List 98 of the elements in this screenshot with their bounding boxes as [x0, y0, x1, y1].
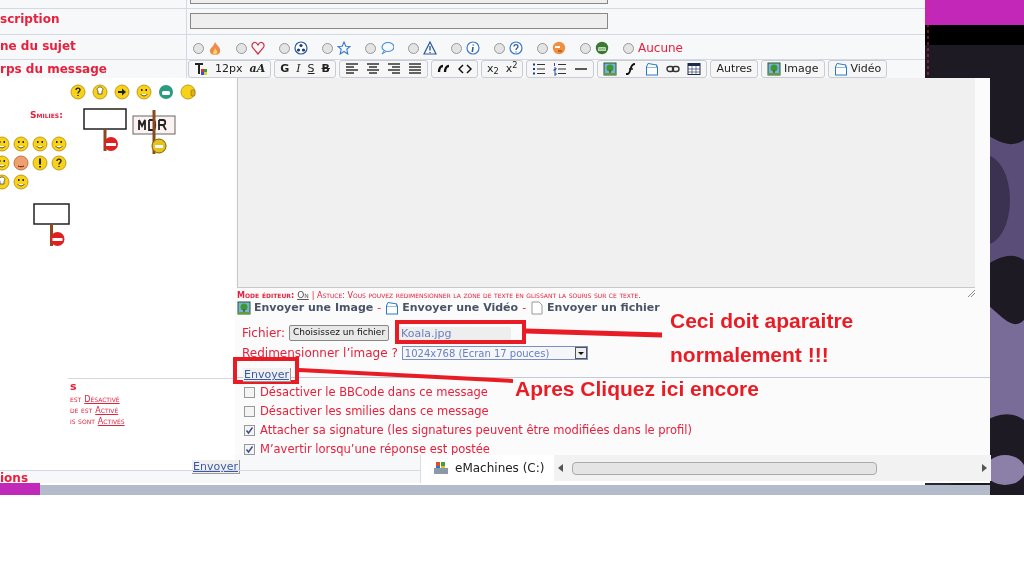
editor-mode-link[interactable]: On: [297, 289, 309, 303]
circle-dots-icon: [294, 41, 308, 55]
toolbar-button[interactable]: S: [304, 61, 318, 77]
bullet-list-icon: [532, 62, 547, 76]
landscape-icon: [237, 301, 251, 316]
section-heading: s: [70, 381, 78, 393]
align-right-icon: [386, 62, 401, 76]
radio-button[interactable]: [365, 42, 376, 54]
upload-link[interactable]: Envoyer une Vidéo: [385, 300, 519, 317]
smiley-icon[interactable]: [13, 155, 29, 171]
toolbar-button[interactable]: Autres: [713, 61, 756, 77]
justify-icon: [407, 62, 422, 76]
smiley-icon[interactable]: [51, 155, 67, 171]
heart-icon: [251, 41, 265, 55]
field-label: rps du message: [0, 62, 107, 76]
radio-button[interactable]: [408, 42, 419, 54]
choose-file-button[interactable]: Choisissez un fichier: [289, 325, 390, 341]
scrollbar-thumb[interactable]: [572, 461, 877, 475]
setting-text: est: [70, 394, 82, 405]
checkbox[interactable]: [244, 406, 255, 417]
resize-grip-icon[interactable]: [966, 288, 976, 298]
setting-link[interactable]: Activé: [95, 405, 119, 416]
radio-button[interactable]: [322, 42, 333, 54]
resize-dropdown[interactable]: 1024x768 (Ecran 17 pouces): [401, 346, 588, 360]
radio-button[interactable]: [279, 42, 290, 54]
option-label: Aucune: [638, 40, 683, 57]
annotation-text: Apres Cliquez ici encore: [515, 376, 759, 402]
setting-link[interactable]: Désactivé: [84, 394, 120, 405]
file-name-field[interactable]: Koala.jpg: [399, 326, 512, 340]
option-label: Désactiver les smilies dans ce message: [260, 404, 489, 419]
radio-button[interactable]: [537, 42, 548, 54]
separator-text: -: [377, 300, 382, 316]
upload-link[interactable]: Envoyer une Image: [237, 300, 374, 317]
field-label: ne du sujet: [0, 39, 76, 53]
toolbar-button[interactable]: Image: [764, 61, 822, 77]
info-icon: [466, 41, 480, 55]
smiley-icon[interactable]: [32, 155, 48, 171]
mdr-sign-smiley-icon[interactable]: [132, 108, 176, 156]
radio-button[interactable]: [494, 42, 505, 54]
field-label: scription: [0, 12, 60, 26]
align-center-icon: [365, 62, 380, 76]
scroll-right-icon[interactable]: [981, 464, 987, 472]
warning-icon: [423, 41, 437, 55]
editor-tip: | Astuce: Vous pouvez redimensionner la zone de texte en glissant la souris sur ce texte.: [311, 290, 641, 302]
field-label: Fichier:: [242, 325, 286, 342]
landscape-icon: [767, 62, 782, 76]
toolbar-button[interactable]: G: [277, 61, 293, 77]
clapperboard-icon: [385, 301, 400, 316]
description-field[interactable]: [190, 13, 608, 29]
option-label: M’avertir lorsqu’une réponse est postée: [260, 442, 490, 457]
smiley-icon[interactable]: [70, 84, 86, 100]
toolbar-button[interactable]: B: [318, 61, 333, 77]
separator-text: -: [522, 300, 527, 316]
field-label: Redimensionner l’image ?: [242, 345, 398, 362]
flame-icon: [208, 41, 222, 55]
drive-icon[interactable]: [433, 461, 449, 475]
checkbox[interactable]: [244, 425, 255, 436]
option-label: Attacher sa signature (les signatures peuvent être modifiées dans le profil): [260, 423, 693, 438]
smiley-icon[interactable]: [114, 84, 130, 100]
radio-button[interactable]: [623, 42, 634, 54]
toolbar-button[interactable]: 12px: [212, 61, 246, 77]
submit-button[interactable]: Envoyer: [243, 368, 291, 382]
upload-link[interactable]: Envoyer un fichier: [530, 300, 660, 317]
setting-link[interactable]: Activés: [97, 416, 125, 427]
landscape-icon: [603, 62, 618, 76]
speech-bubble-icon: [380, 41, 394, 55]
code-icon: [457, 62, 472, 76]
toolbar-button[interactable]: aA: [246, 61, 269, 77]
toolbar-button[interactable]: I: [293, 61, 304, 77]
option-label: Désactiver le BBCode dans ce message: [260, 385, 488, 400]
editor-mode-label: Mode éditeur:: [237, 290, 295, 302]
highlight-box: [233, 357, 299, 384]
radio-button[interactable]: [236, 42, 247, 54]
setting-text: de est: [70, 405, 93, 416]
checkbox[interactable]: [244, 387, 255, 398]
checkbox[interactable]: [244, 444, 255, 455]
drive-label[interactable]: eMachines (C:): [455, 459, 545, 477]
numbered-list-icon: [553, 62, 568, 76]
section-label: Smilies:: [30, 110, 63, 120]
annotation-text: Ceci doit aparaitre normalement !!!: [670, 308, 855, 368]
radio-button[interactable]: [451, 42, 462, 54]
document-icon: [530, 301, 545, 316]
toolbar-button[interactable]: Vidéo: [830, 61, 885, 77]
setting-text: is sont: [70, 416, 95, 427]
smiley-icon: [552, 41, 566, 55]
radio-button[interactable]: [193, 42, 204, 54]
align-left-icon: [344, 62, 359, 76]
toolbar-button[interactable]: x$_{2}$: [483, 61, 502, 77]
star-icon: [337, 41, 351, 55]
question-icon: [509, 41, 523, 55]
radio-button[interactable]: [580, 42, 591, 54]
ban-sign-smiley-icon[interactable]: [33, 203, 70, 249]
toolbar-button[interactable]: x$^{2}$: [502, 61, 521, 77]
grinning-face-icon: [595, 41, 609, 55]
ban-sign-smiley-icon[interactable]: [83, 108, 127, 154]
font-color-icon: [194, 62, 208, 76]
scroll-left-icon[interactable]: [558, 464, 564, 472]
field-label: ions: [0, 472, 29, 483]
